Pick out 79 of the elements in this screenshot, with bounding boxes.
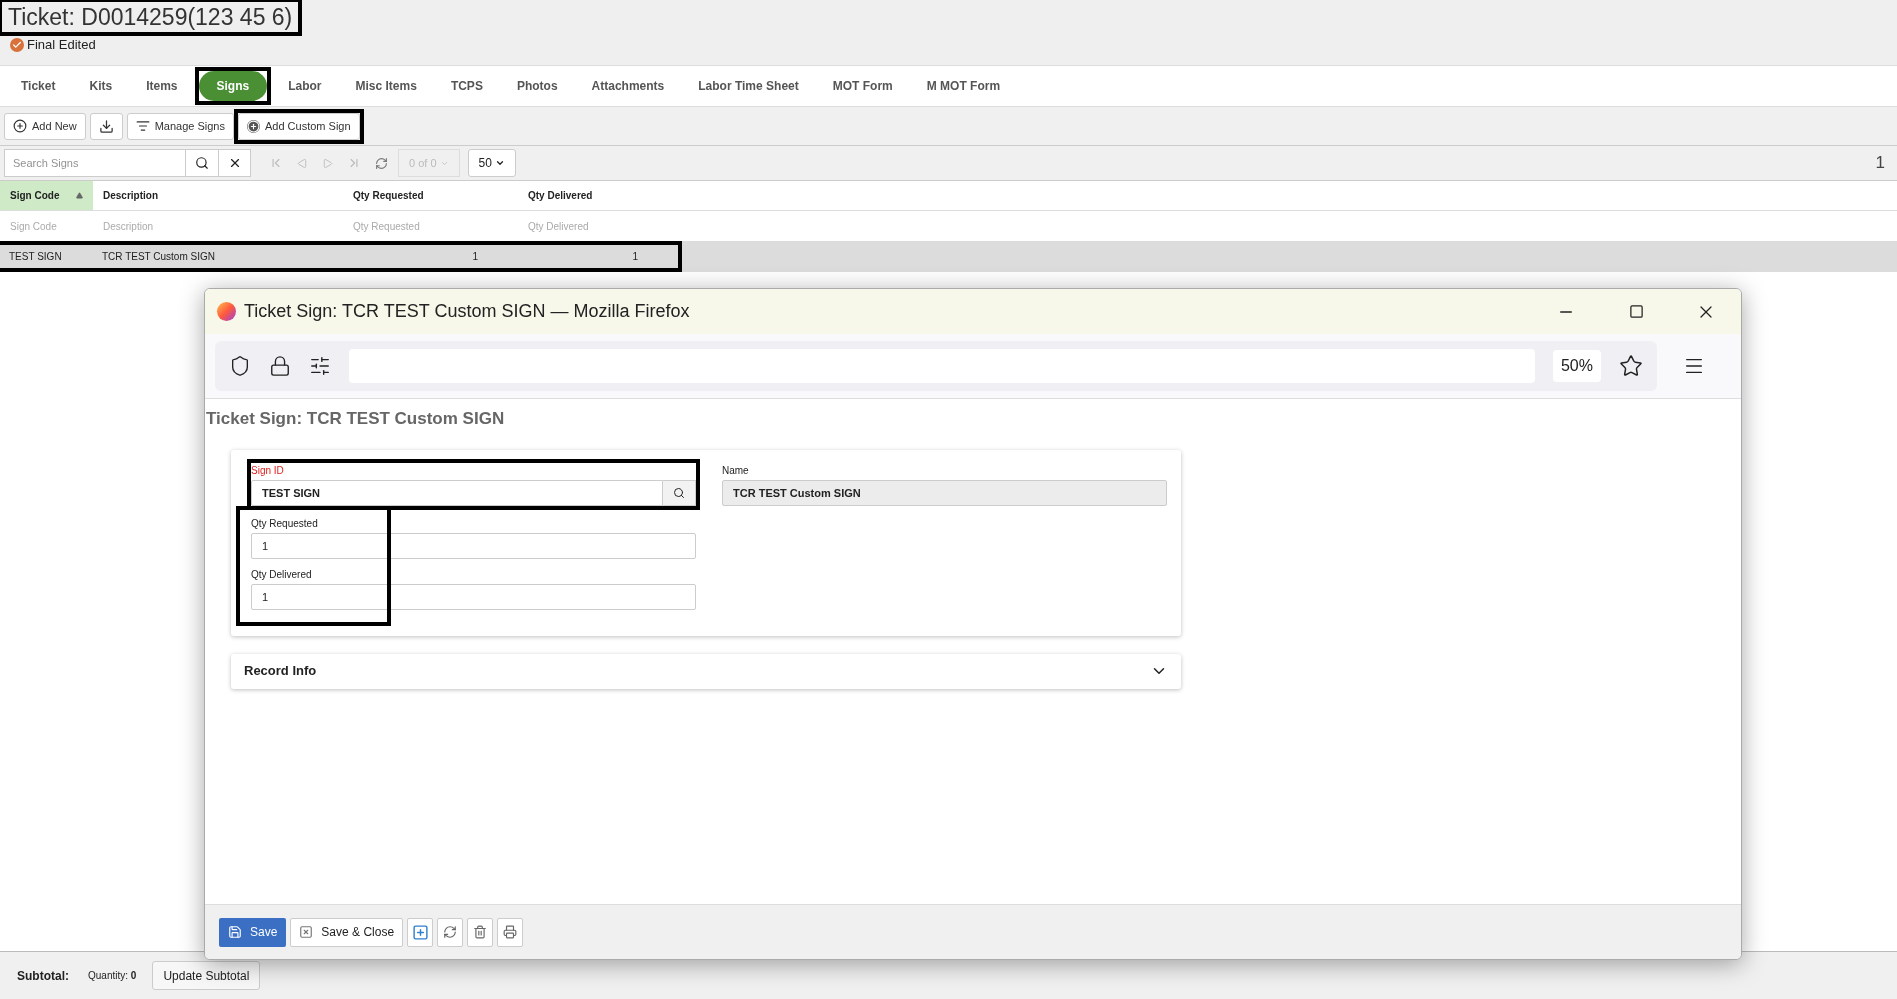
icon-button[interactable] — [497, 917, 524, 947]
tab[interactable]: Attachments — [578, 71, 678, 101]
page-number: 1 — [1875, 152, 1885, 175]
plus-circle-icon — [13, 119, 27, 133]
column-header[interactable]: Sign Code — [0, 181, 93, 210]
download-icon — [98, 118, 114, 134]
filter-field[interactable]: Description — [93, 211, 343, 241]
search-button[interactable] — [186, 149, 219, 177]
shield-icon[interactable] — [229, 355, 251, 377]
trash-icon — [473, 925, 488, 939]
field-label: Qty Requested — [251, 516, 319, 531]
table-cell-text: TCR TEST Custom SIGN — [101, 250, 216, 264]
tab[interactable]: Kits — [76, 71, 126, 101]
refresh-icon — [443, 925, 458, 939]
collapsible-section[interactable]: Record Info — [231, 653, 1181, 689]
status-label: Final Edited — [27, 36, 96, 54]
name-field[interactable]: TCR TEST Custom SIGN — [722, 479, 1167, 506]
subtotal-label: Subtotal: — [17, 967, 69, 985]
tab[interactable]: Items — [133, 71, 191, 101]
toolbar-button[interactable]: Add Custom Sign — [237, 112, 360, 140]
field-label: Sign ID — [251, 463, 285, 478]
save-button[interactable]: Save — [219, 917, 287, 947]
column-header[interactable]: Qty Delivered — [518, 181, 678, 210]
permissions-icon[interactable] — [309, 355, 331, 377]
tab[interactable]: M MOT Form — [913, 71, 1014, 101]
field-label: Name — [722, 463, 750, 478]
search-icon — [195, 156, 209, 170]
search-field[interactable]: Search Signs — [4, 149, 186, 177]
address-bar[interactable]: 50% — [215, 341, 1657, 391]
field-label: Qty Delivered — [251, 567, 313, 582]
filter-field[interactable]: Sign Code — [0, 211, 93, 241]
tab[interactable]: Signs — [198, 71, 268, 101]
icon-button[interactable] — [437, 917, 464, 947]
plus-circle-icon — [246, 119, 260, 133]
download-button[interactable] — [89, 112, 123, 140]
lock-icon[interactable] — [269, 355, 291, 377]
table-cell-text: 1 — [631, 250, 639, 264]
search-icon — [673, 486, 685, 499]
icon-button[interactable] — [407, 917, 434, 947]
icon-button[interactable] — [467, 917, 494, 947]
refresh-icon[interactable] — [375, 156, 388, 170]
sort-up-icon — [76, 192, 83, 199]
window-title: Ticket Sign: TCR TEST Custom SIGN — Mozilla Firefox — [244, 300, 690, 323]
quantity-field[interactable]: 1 — [251, 583, 696, 610]
table-row[interactable]: TEST SIGN TCR TEST Custom SIGN 1 1 — [0, 241, 1897, 272]
plus-square-icon — [411, 923, 429, 941]
tab[interactable]: Labor Time Sheet — [685, 71, 812, 101]
tab[interactable]: Labor — [275, 71, 335, 101]
clear-button[interactable] — [219, 149, 251, 177]
toolbar-button[interactable]: Manage Signs — [126, 112, 234, 140]
toolbar-button[interactable]: Add New — [4, 112, 86, 140]
table-cell-text: 1 — [471, 250, 479, 264]
table-cell-text: TEST SIGN — [8, 250, 63, 264]
list-icon — [135, 119, 150, 133]
zoom-level[interactable]: 50% — [1552, 350, 1601, 382]
tab[interactable]: Ticket — [8, 71, 69, 101]
close-box-icon — [299, 925, 314, 939]
save-icon — [228, 925, 242, 939]
column-header[interactable]: Description — [93, 181, 343, 210]
page-size-select[interactable]: 50 — [467, 149, 516, 177]
caret-icon — [494, 158, 505, 168]
tab[interactable]: MOT Form — [819, 71, 906, 101]
quantity-label: Quantity: 0 — [88, 969, 137, 983]
filter-field[interactable]: Qty Delivered — [518, 211, 678, 241]
ticket-title: Ticket: D0014259(123 45 6) — [7, 3, 294, 32]
tab[interactable]: Photos — [503, 71, 571, 101]
sign-id-field[interactable]: TEST SIGN — [251, 479, 663, 506]
lookup-button[interactable] — [663, 479, 696, 506]
print-icon — [503, 925, 518, 939]
bookmark-star-icon[interactable] — [1619, 354, 1643, 378]
browser-logo-icon — [217, 302, 236, 321]
form-heading: Ticket Sign: TCR TEST Custom SIGN — [206, 408, 506, 430]
tab[interactable]: TCPS — [437, 71, 496, 101]
filter-field[interactable]: Qty Requested — [343, 211, 518, 241]
update-subtotal-button[interactable]: Update Subtotal — [152, 961, 261, 990]
quantity-field[interactable]: 1 — [251, 532, 696, 559]
tab[interactable]: Misc Items — [342, 71, 430, 101]
save-close-button[interactable]: Save & Close — [290, 917, 404, 947]
column-header[interactable]: Qty Requested — [343, 181, 518, 210]
